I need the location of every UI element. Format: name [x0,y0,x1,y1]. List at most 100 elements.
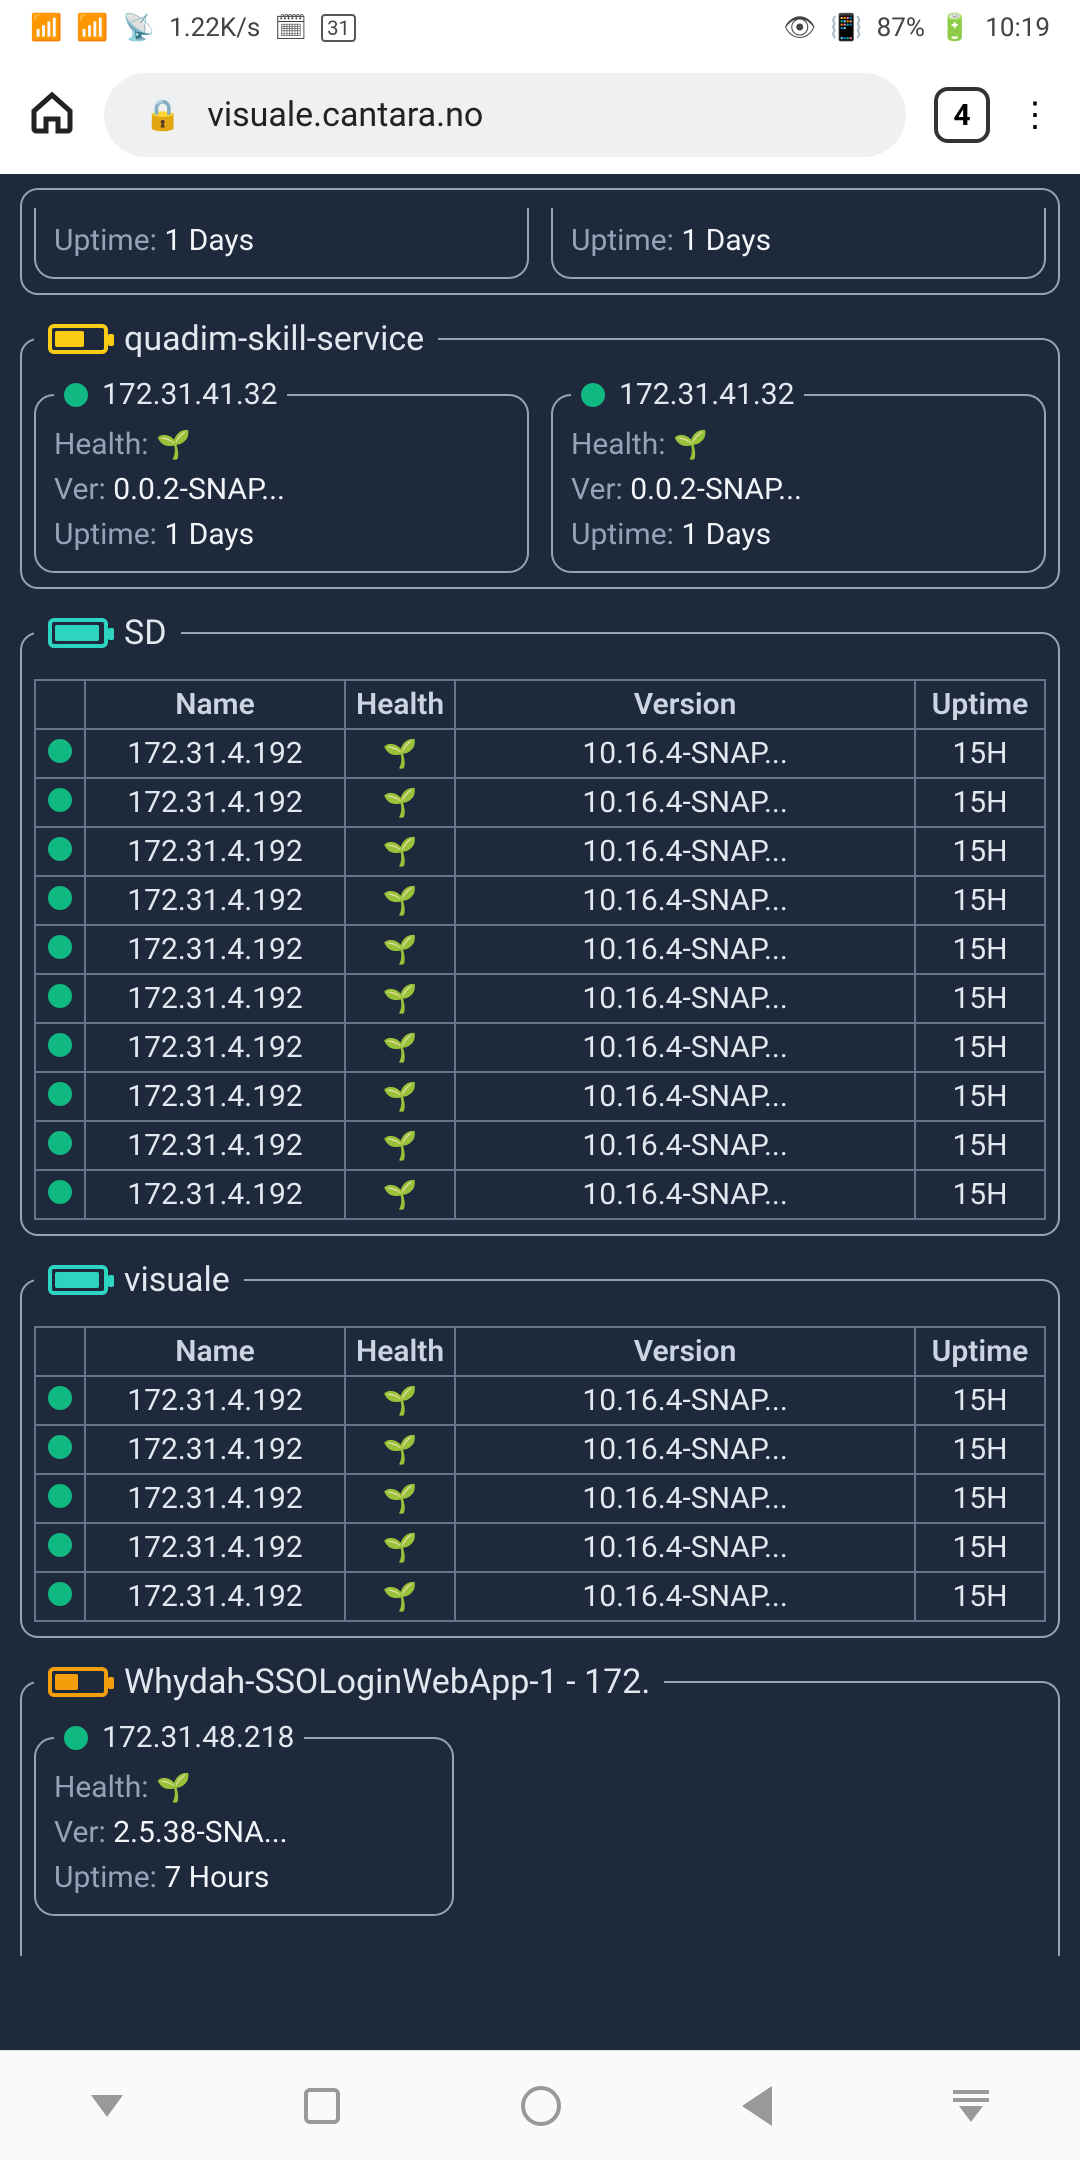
status-dot-icon [48,935,72,959]
cell-uptime: 15H [915,1121,1045,1170]
table-row: 172.31.4.192 🌱 10.16.4-SNAP... 15H [35,1523,1045,1572]
cell-version: 10.16.4-SNAP... [455,1523,915,1572]
table-row: 172.31.4.192 🌱 10.16.4-SNAP... 15H [35,778,1045,827]
seedling-icon: 🌱 [383,1129,418,1162]
table-row: 172.31.4.192 🌱 10.16.4-SNAP... 15H [35,876,1045,925]
home-button[interactable] [28,89,76,141]
status-dot-icon [48,1533,72,1557]
table-row: 172.31.4.192 🌱 10.16.4-SNAP... 15H [35,1170,1045,1219]
cell-uptime: 15H [915,778,1045,827]
nav-download[interactable] [953,2090,989,2122]
status-dot-icon [48,1435,72,1459]
table-row: 172.31.4.192 🌱 10.16.4-SNAP... 15H [35,729,1045,778]
seedling-icon: 🌱 [383,786,418,819]
cell-name: 172.31.4.192 [85,1572,345,1621]
eye-icon: 👁 [783,13,816,43]
cell-uptime: 15H [915,1474,1045,1523]
node-card: 172.31.48.218 Health: 🌱 Ver: 2.5.38-SNA.… [34,1720,454,1916]
cell-version: 10.16.4-SNAP... [455,1376,915,1425]
table-row: 172.31.4.192 🌱 10.16.4-SNAP... 15H [35,1072,1045,1121]
cell-name: 172.31.4.192 [85,1023,345,1072]
seedling-icon: 🌱 [383,835,418,868]
cell-name: 172.31.4.192 [85,876,345,925]
table-row: 172.31.4.192 🌱 10.16.4-SNAP... 15H [35,1474,1045,1523]
cell-version: 10.16.4-SNAP... [455,1572,915,1621]
vibrate-icon: 📳 [830,13,862,43]
cell-version: 10.16.4-SNAP... [455,876,915,925]
signal-icon: 📶 [30,13,62,43]
seedling-icon: 🌱 [383,884,418,917]
cell-name: 172.31.4.192 [85,729,345,778]
status-dot-icon [48,1082,72,1106]
cell-name: 172.31.4.192 [85,925,345,974]
group-title: SD [124,613,167,653]
cell-name: 172.31.4.192 [85,1523,345,1572]
tab-switcher[interactable]: 4 [934,87,990,143]
overflow-menu[interactable]: ⋮ [1018,110,1052,120]
node-ip: 172.31.41.32 [102,377,277,412]
cell-version: 10.16.4-SNAP... [455,778,915,827]
table-row: 172.31.4.192 🌱 10.16.4-SNAP... 15H [35,1376,1045,1425]
status-bar: 📶 📶 📡 1.22K/s 🗓 31 👁 📳 87% 🔋 10:19 [0,0,1080,56]
service-group-quadim: quadim-skill-service 172.31.41.32 Health… [20,319,1060,589]
nav-back[interactable] [742,2086,772,2126]
status-dot-icon [48,1484,72,1508]
col-name: Name [85,680,345,729]
browser-toolbar: 🔒 visuale.cantara.no 4 ⋮ [0,56,1080,174]
cell-uptime: 15H [915,1023,1045,1072]
nav-recents[interactable] [304,2088,340,2124]
cell-version: 10.16.4-SNAP... [455,1072,915,1121]
status-dot-icon [48,1180,72,1204]
cell-uptime: 15H [915,1425,1045,1474]
service-table: Name Health Version Uptime 172.31.4.192 … [34,1326,1046,1622]
status-dot-icon [48,984,72,1008]
cell-name: 172.31.4.192 [85,1474,345,1523]
clock: 10:19 [985,13,1050,43]
node-card: 172.31.41.32 Health: 🌱 Ver: 0.0.2-SNAP..… [34,377,529,573]
cell-name: 172.31.4.192 [85,1170,345,1219]
nav-collapse[interactable] [91,2095,123,2117]
service-group-visuale: visuale Name Health Version Uptime 172.3… [20,1260,1060,1638]
table-row: 172.31.4.192 🌱 10.16.4-SNAP... 15H [35,1425,1045,1474]
group-title: Whydah-SSOLoginWebApp-1 - 172. [124,1662,650,1702]
status-dot-icon [48,739,72,763]
cell-uptime: 15H [915,729,1045,778]
cell-name: 172.31.4.192 [85,1072,345,1121]
seedling-icon: 🌱 [383,933,418,966]
cell-name: 172.31.4.192 [85,778,345,827]
node-ip: 172.31.41.32 [619,377,794,412]
cell-name: 172.31.4.192 [85,827,345,876]
group-title: quadim-skill-service [124,319,424,359]
table-row: 172.31.4.192 🌱 10.16.4-SNAP... 15H [35,827,1045,876]
group-title: visuale [124,1260,230,1300]
table-row: 172.31.4.192 🌱 10.16.4-SNAP... 15H [35,925,1045,974]
cell-version: 10.16.4-SNAP... [455,974,915,1023]
col-name: Name [85,1327,345,1376]
cell-uptime: 15H [915,925,1045,974]
service-group-sd: SD Name Health Version Uptime 172.31.4.1… [20,613,1060,1236]
wifi-icon: 📡 [123,13,155,43]
seedling-icon: 🌱 [673,428,708,461]
status-dot-icon [48,1582,72,1606]
cell-version: 10.16.4-SNAP... [455,827,915,876]
cell-version: 10.16.4-SNAP... [455,1023,915,1072]
node-card: Uptime: 1 Days [34,208,529,279]
url-bar[interactable]: 🔒 visuale.cantara.no [104,73,906,157]
cell-uptime: 15H [915,1072,1045,1121]
battery-icon [48,324,108,354]
cell-uptime: 15H [915,974,1045,1023]
battery-icon [48,618,108,648]
cell-name: 172.31.4.192 [85,1121,345,1170]
col-health: Health [345,680,455,729]
seedling-icon: 🌱 [383,1531,418,1564]
seedling-icon: 🌱 [383,1178,418,1211]
status-dot-icon [48,886,72,910]
seedling-icon: 🌱 [156,428,191,461]
status-dot-icon [48,1131,72,1155]
service-group-cut: Uptime: 1 Days Uptime: 1 Days [20,188,1060,295]
page-content[interactable]: Uptime: 1 Days Uptime: 1 Days quadim-ski… [0,174,1080,2050]
nav-home[interactable] [521,2086,561,2126]
system-nav-bar [0,2050,1080,2160]
table-row: 172.31.4.192 🌱 10.16.4-SNAP... 15H [35,1121,1045,1170]
col-health: Health [345,1327,455,1376]
